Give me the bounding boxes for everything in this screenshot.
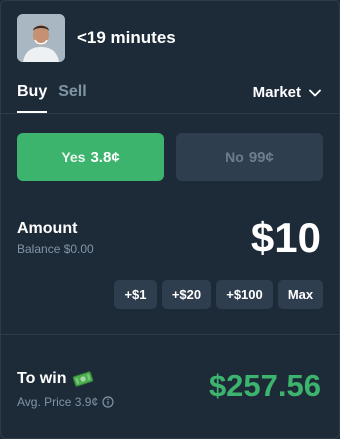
to-win-label-row: To win <box>17 370 94 388</box>
amount-input[interactable]: $10 <box>251 214 321 262</box>
yes-label: Yes <box>61 149 86 165</box>
amount-label: Amount <box>17 220 78 237</box>
avg-price-text: Avg. Price 3.9¢ <box>17 395 99 409</box>
divider <box>1 334 340 335</box>
order-type-label: Market <box>252 84 301 101</box>
money-icon <box>73 371 94 387</box>
chevron-down-icon <box>309 89 321 96</box>
order-type-dropdown[interactable]: Market <box>253 84 321 101</box>
buy-sell-tabs: Buy Sell <box>17 83 87 101</box>
tab-sell[interactable]: Sell <box>58 83 86 101</box>
person-photo-icon <box>17 14 65 62</box>
no-button[interactable]: No 99¢ <box>176 133 323 181</box>
add-20-button[interactable]: +$20 <box>162 280 211 309</box>
tab-buy[interactable]: Buy <box>17 83 47 101</box>
market-avatar <box>17 14 65 62</box>
add-1-button[interactable]: +$1 <box>114 280 157 309</box>
yes-price: 3.8¢ <box>90 148 120 166</box>
trade-panel: <19 minutes Buy Sell Market Yes 3.8¢ No … <box>0 0 340 439</box>
info-icon[interactable] <box>102 396 114 408</box>
no-label: No <box>225 149 244 165</box>
avg-price-row: Avg. Price 3.9¢ <box>17 395 114 409</box>
no-price: 99¢ <box>248 148 274 166</box>
to-win-label: To win <box>17 370 67 387</box>
balance-text: Balance $0.00 <box>17 242 94 256</box>
market-header: <19 minutes <box>17 14 176 62</box>
to-win-value: $257.56 <box>208 368 321 403</box>
add-100-button[interactable]: +$100 <box>216 280 273 309</box>
divider <box>1 113 340 114</box>
yes-button[interactable]: Yes 3.8¢ <box>17 133 164 181</box>
max-button[interactable]: Max <box>278 280 323 309</box>
market-title: <19 minutes <box>77 28 176 47</box>
